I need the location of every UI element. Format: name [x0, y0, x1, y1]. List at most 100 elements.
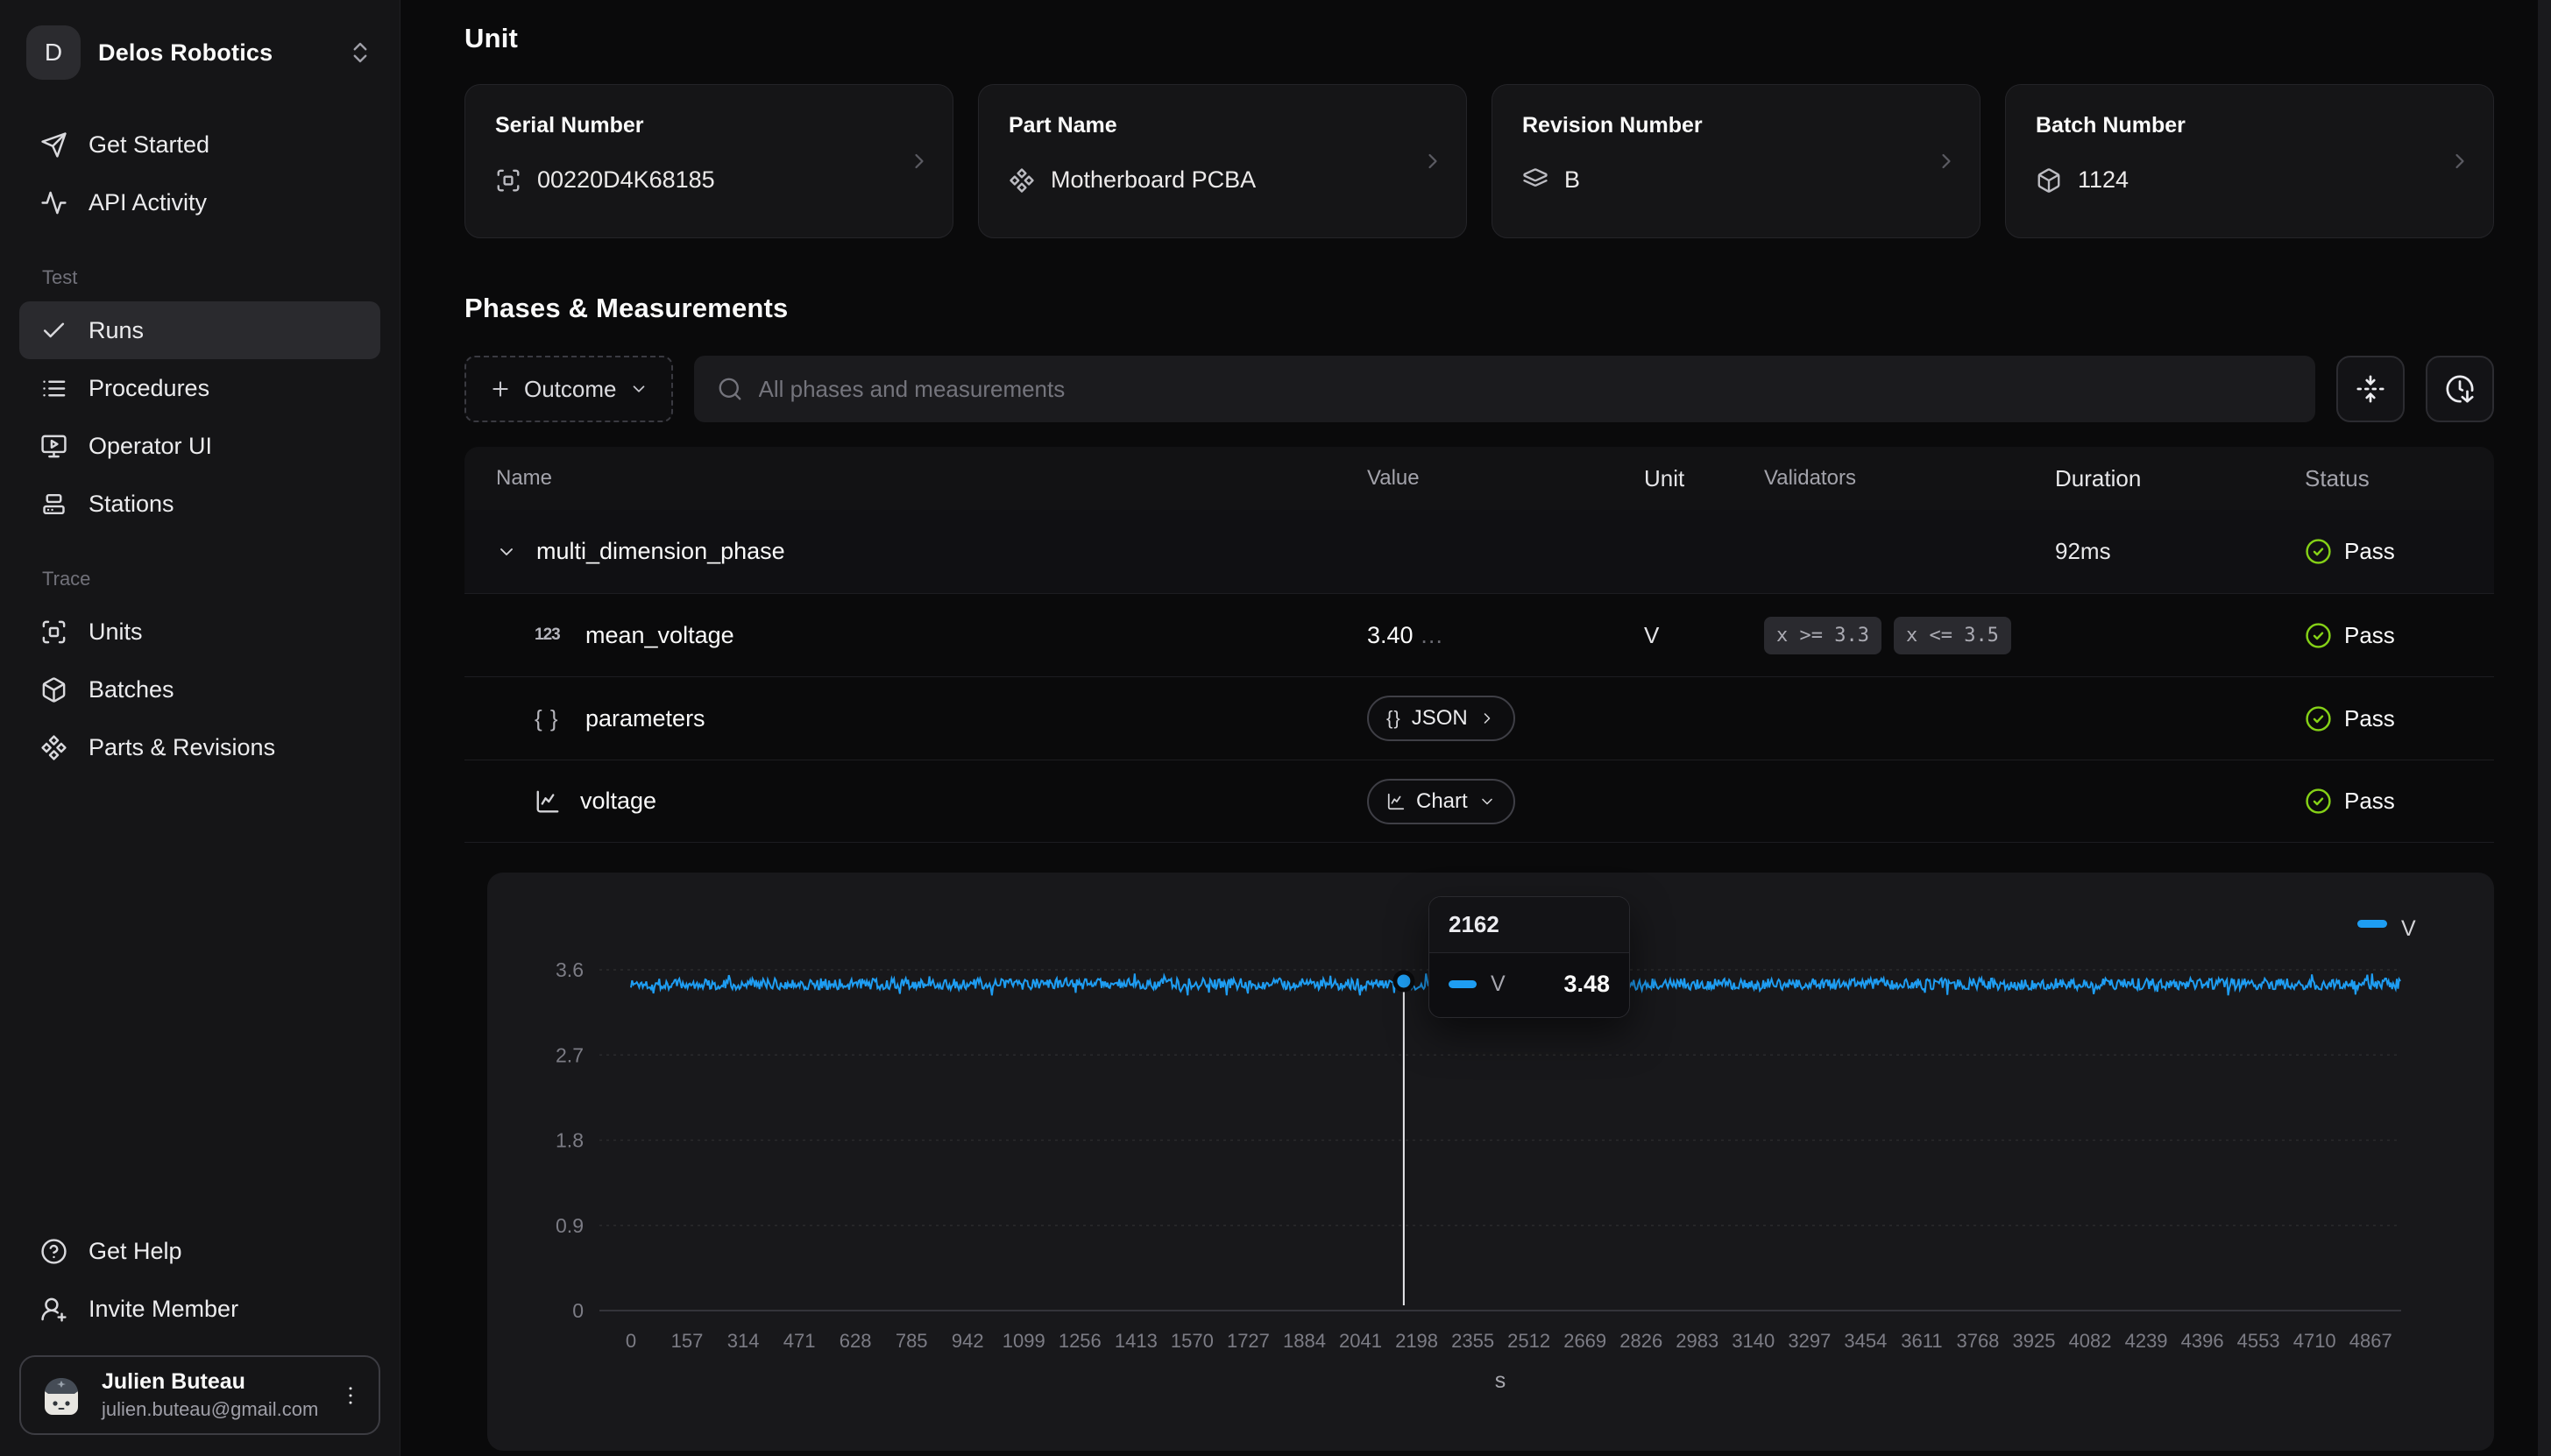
outcome-filter-button[interactable]: Outcome	[464, 356, 673, 422]
svg-text:2826: 2826	[1619, 1330, 1662, 1352]
svg-text:2983: 2983	[1676, 1330, 1718, 1352]
card-label: Revision Number	[1522, 113, 1950, 138]
sidebar-item-units[interactable]: Units	[19, 603, 380, 661]
sidebar-item-parts-revisions[interactable]: Parts & Revisions	[19, 718, 380, 776]
user-menu[interactable]: Julien Buteau julien.buteau@gmail.com	[19, 1355, 380, 1435]
chart-line-icon	[535, 788, 561, 815]
svg-text:2198: 2198	[1395, 1330, 1438, 1352]
table-row-voltage[interactable]: voltage Chart Pass	[464, 760, 2494, 843]
chart-view-button[interactable]: Chart	[1367, 779, 1515, 824]
sidebar-item-runs[interactable]: Runs	[19, 301, 380, 359]
card-part-name[interactable]: Part Name Motherboard PCBA	[978, 84, 1467, 238]
card-batch-number[interactable]: Batch Number 1124	[2005, 84, 2494, 238]
sidebar-section-test: Test	[42, 266, 380, 289]
chevron-right-icon	[1421, 149, 1445, 173]
layers-icon	[1522, 167, 1548, 194]
list-icon	[40, 375, 67, 402]
card-label: Batch Number	[2036, 113, 2463, 138]
json-expand-button[interactable]: {} JSON	[1367, 696, 1515, 741]
svg-text:2041: 2041	[1339, 1330, 1382, 1352]
svg-text:628: 628	[840, 1330, 872, 1352]
measurement-unit: V	[1630, 622, 1757, 649]
sidebar-item-stations[interactable]: Stations	[19, 475, 380, 533]
svg-text:4239: 4239	[2125, 1330, 2168, 1352]
table-row-mean-voltage[interactable]: 123 mean_voltage 3.40 … V x >= 3.3 x <= …	[464, 593, 2494, 676]
scrollbar[interactable]	[2538, 0, 2551, 1456]
svg-text:3768: 3768	[1956, 1330, 1999, 1352]
chevron-down-icon	[629, 379, 648, 399]
user-info: Julien Buteau julien.buteau@gmail.com	[102, 1369, 318, 1421]
svg-text:3611: 3611	[1901, 1330, 1942, 1352]
sidebar-footer: Get Help Invite Member Julien Buteau jul…	[19, 1222, 380, 1435]
card-serial-number[interactable]: Serial Number 00220D4K68185	[464, 84, 953, 238]
validator-pill: x <= 3.5	[1894, 617, 2011, 654]
activity-icon	[40, 189, 67, 216]
series-color-dash	[1449, 980, 1477, 988]
sidebar-item-invite-member[interactable]: Invite Member	[19, 1280, 380, 1338]
card-value-text: Motherboard PCBA	[1051, 166, 1256, 194]
svg-text:3140: 3140	[1732, 1330, 1775, 1352]
sidebar-item-batches[interactable]: Batches	[19, 661, 380, 718]
tooltip-x-value: 2162	[1429, 897, 1629, 953]
sidebar-nav: Get Started API Activity Test Runs Proce…	[19, 116, 380, 776]
voltage-chart-card: 00.91.82.73.6015731447162878594210991256…	[487, 873, 2494, 1451]
sidebar-item-api-activity[interactable]: API Activity	[19, 173, 380, 231]
braces-icon: { }	[535, 705, 566, 732]
sidebar-item-get-started[interactable]: Get Started	[19, 116, 380, 173]
plus-icon	[489, 378, 512, 400]
chevron-right-icon	[907, 149, 932, 173]
status-badge: Pass	[2248, 788, 2494, 815]
main-content: Unit Serial Number 00220D4K68185 Part Na…	[400, 0, 2551, 1456]
col-duration: Duration	[2046, 465, 2248, 492]
kebab-icon[interactable]	[338, 1383, 363, 1408]
history-button[interactable]	[2426, 356, 2494, 422]
component-nodes-icon	[40, 734, 67, 761]
sidebar-item-procedures[interactable]: Procedures	[19, 359, 380, 417]
user-email: julien.buteau@gmail.com	[102, 1398, 318, 1421]
col-value: Value	[1367, 466, 1630, 491]
number-type-icon: 123	[535, 626, 566, 645]
svg-text:4396: 4396	[2181, 1330, 2224, 1352]
user-plus-icon	[40, 1296, 67, 1323]
sidebar-item-operator-ui[interactable]: Operator UI	[19, 417, 380, 475]
chevrons-up-down-icon	[347, 39, 373, 66]
svg-text:4710: 4710	[2293, 1330, 2336, 1352]
chevron-down-icon	[1478, 793, 1496, 810]
search-input[interactable]	[759, 376, 2293, 403]
measurement-name: mean_voltage	[585, 622, 734, 649]
sidebar-item-label: Batches	[89, 676, 174, 703]
card-label: Part Name	[1009, 113, 1436, 138]
sidebar-item-label: Procedures	[89, 375, 209, 402]
check-icon	[40, 317, 67, 344]
tooltip-series-name: V	[1491, 972, 1506, 997]
chevron-down-icon[interactable]	[496, 541, 517, 562]
sidebar-item-label: Invite Member	[89, 1296, 238, 1323]
sidebar-item-label: API Activity	[89, 189, 207, 216]
card-value-text: 1124	[2078, 166, 2129, 194]
card-label: Serial Number	[495, 113, 923, 138]
svg-text:2669: 2669	[1563, 1330, 1606, 1352]
validator-pill: x >= 3.3	[1764, 617, 1881, 654]
table-row-multi-dimension-phase[interactable]: multi_dimension_phase 92ms Pass	[464, 510, 2494, 593]
table-row-parameters[interactable]: { } parameters {} JSON Pass	[464, 676, 2494, 760]
collapse-all-button[interactable]	[2336, 356, 2405, 422]
svg-text:1099: 1099	[1003, 1330, 1045, 1352]
fold-vertical-icon	[2356, 374, 2385, 404]
circle-check-icon	[2305, 705, 2332, 732]
clock-arrow-down-icon	[2445, 374, 2475, 404]
svg-text:4867: 4867	[2349, 1330, 2392, 1352]
svg-text:942: 942	[952, 1330, 984, 1352]
workspace-switcher[interactable]: D Delos Robotics	[19, 23, 380, 82]
svg-text:4553: 4553	[2237, 1330, 2280, 1352]
svg-text:3.6: 3.6	[556, 958, 584, 981]
unit-cards: Serial Number 00220D4K68185 Part Name Mo…	[464, 84, 2494, 238]
svg-text:471: 471	[783, 1330, 816, 1352]
status-badge: Pass	[2248, 705, 2494, 732]
sidebar-item-label: Get Started	[89, 131, 209, 159]
card-revision-number[interactable]: Revision Number B	[1492, 84, 1981, 238]
measurement-value: 3.40 …	[1367, 622, 1630, 649]
scan-icon	[40, 618, 67, 646]
box-icon	[2036, 167, 2062, 194]
sidebar-item-get-help[interactable]: Get Help	[19, 1222, 380, 1280]
col-status: Status	[2248, 465, 2494, 492]
